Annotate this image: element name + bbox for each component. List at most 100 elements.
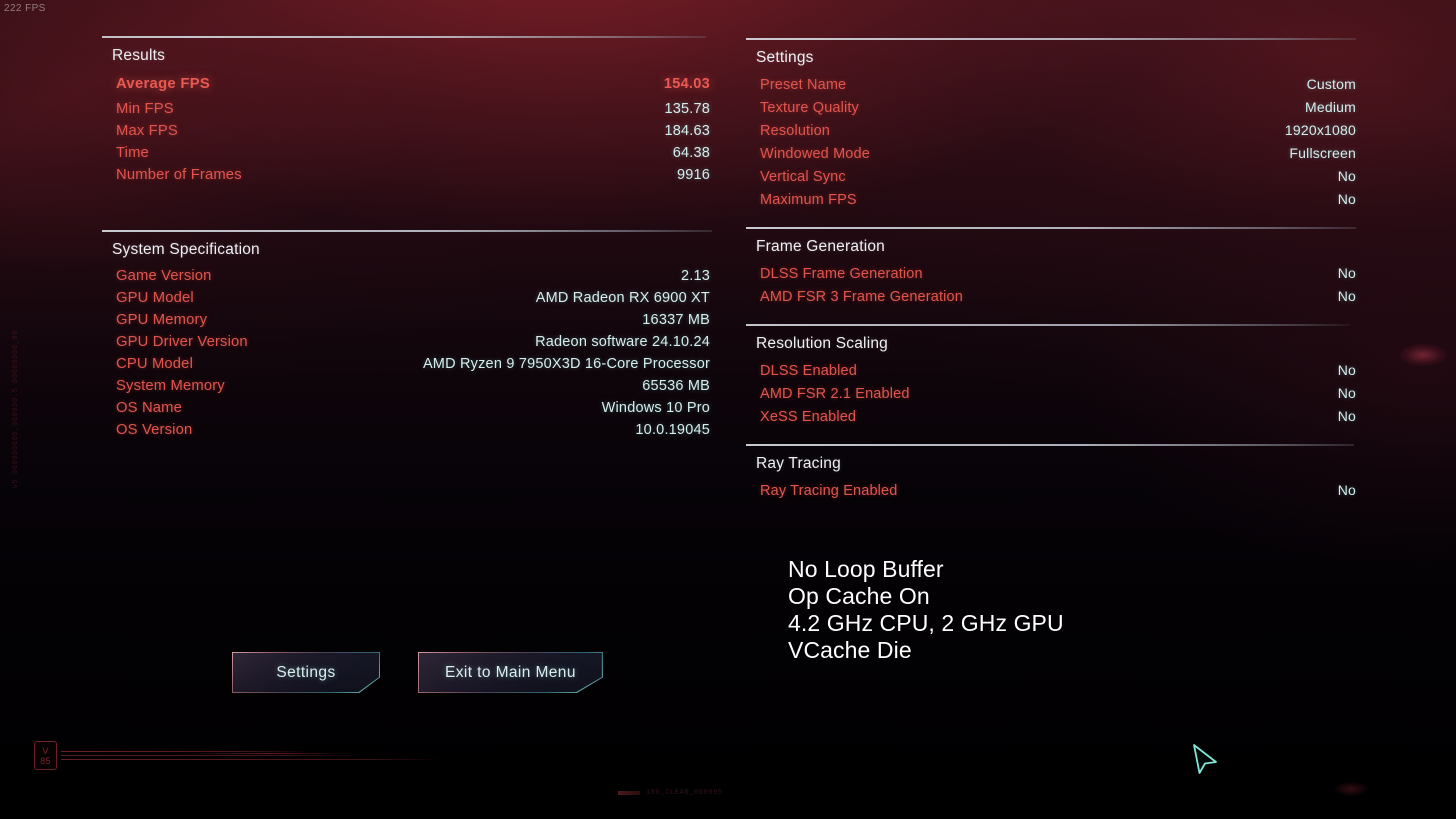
decorative-line xyxy=(61,759,439,760)
row-value: 16337 MB xyxy=(642,312,710,328)
row-label: Max FPS xyxy=(116,123,178,139)
decorative-vertical-code: v5 000000005_000000.5 00000000_00 xyxy=(12,330,20,489)
mouse-cursor xyxy=(1193,744,1217,774)
row-label: DLSS Enabled xyxy=(760,363,857,379)
exit-to-main-menu-button[interactable]: Exit to Main Menu xyxy=(418,652,603,693)
ray-tracing-separator xyxy=(746,444,1354,446)
version-badge: V 85 xyxy=(34,741,57,770)
decorative-code-text: 180_CLEAR_000095 xyxy=(646,789,723,797)
decorative-glow-bottom-right xyxy=(1334,782,1368,796)
row-label: System Memory xyxy=(116,378,225,394)
note-line: No Loop Buffer xyxy=(788,556,944,582)
table-row-cpu-model: CPU Model AMD Ryzen 9 7950X3D 16-Core Pr… xyxy=(102,353,710,375)
note-line: Op Cache On xyxy=(788,583,930,609)
row-label: Windowed Mode xyxy=(760,146,870,162)
table-row-texture-quality: Texture Quality Medium xyxy=(746,96,1356,119)
system-specification-section: System Specification Game Version 2.13 G… xyxy=(102,230,712,451)
exit-to-main-menu-button-label: Exit to Main Menu xyxy=(419,653,602,692)
results-section: Results Average FPS 154.03 Min FPS 135.7… xyxy=(102,36,710,230)
row-label: Maximum FPS xyxy=(760,192,857,208)
row-value: 65536 MB xyxy=(642,378,710,394)
row-value: No xyxy=(1337,265,1356,281)
row-value: 135.78 xyxy=(664,101,710,117)
table-row-number-of-frames: Number of Frames 9916 xyxy=(102,164,710,186)
table-row-min-fps: Min FPS 135.78 xyxy=(102,98,710,120)
table-row-amd-fsr21-enabled: AMD FSR 2.1 Enabled No xyxy=(746,382,1356,405)
row-value: 2.13 xyxy=(680,268,710,284)
row-label: GPU Memory xyxy=(116,312,208,328)
row-label: OS Version xyxy=(116,422,193,438)
resolution-scaling-rows: DLSS Enabled No AMD FSR 2.1 Enabled No X… xyxy=(746,359,1356,434)
table-row-vertical-sync: Vertical Sync No xyxy=(746,165,1356,188)
row-label: GPU Model xyxy=(116,290,194,306)
row-value: No xyxy=(1337,168,1356,184)
row-value: No xyxy=(1337,362,1356,378)
row-value: 10.0.19045 xyxy=(635,422,710,438)
frame-generation-section: Frame Generation DLSS Frame Generation N… xyxy=(746,227,1356,314)
ray-tracing-title: Ray Tracing xyxy=(756,455,841,472)
benchmark-results-screen: 222 FPS Results Average FPS 154.03 Min F… xyxy=(0,0,1456,819)
row-value: Windows 10 Pro xyxy=(601,400,710,416)
settings-separator xyxy=(746,38,1356,40)
row-value: No xyxy=(1337,385,1356,401)
version-badge-line-2: 85 xyxy=(40,755,51,766)
resolution-scaling-separator xyxy=(746,324,1350,326)
table-row-gpu-memory: GPU Memory 16337 MB xyxy=(102,309,710,331)
version-badge-line-1: V xyxy=(42,745,49,756)
table-row-os-name: OS Name Windows 10 Pro xyxy=(102,397,710,419)
row-label: XeSS Enabled xyxy=(760,409,857,425)
row-value: No xyxy=(1337,191,1356,207)
results-rows: Average FPS 154.03 Min FPS 135.78 Max FP… xyxy=(102,71,710,196)
row-value: 64.38 xyxy=(672,145,710,161)
system-specification-rows: Game Version 2.13 GPU Model AMD Radeon R… xyxy=(102,265,710,451)
settings-rows: Preset Name Custom Texture Quality Mediu… xyxy=(746,73,1356,217)
row-label: Texture Quality xyxy=(760,100,859,116)
settings-button[interactable]: Settings xyxy=(232,652,380,693)
table-row-average-fps: Average FPS 154.03 xyxy=(102,71,710,98)
system-specification-title: System Specification xyxy=(112,241,260,258)
settings-button-label: Settings xyxy=(233,653,379,692)
row-value: No xyxy=(1337,482,1356,498)
row-label: Game Version xyxy=(116,268,212,284)
table-row-gpu-driver-version: GPU Driver Version Radeon software 24.10… xyxy=(102,331,710,353)
row-label: Time xyxy=(116,145,149,161)
row-label: Resolution xyxy=(760,123,831,139)
row-label: Min FPS xyxy=(116,101,174,117)
decorative-hud-lines xyxy=(61,741,441,770)
resolution-scaling-title: Resolution Scaling xyxy=(756,335,888,352)
frame-generation-rows: DLSS Frame Generation No AMD FSR 3 Frame… xyxy=(746,262,1356,314)
decorative-glow-right xyxy=(1400,344,1446,366)
ray-tracing-section: Ray Tracing Ray Tracing Enabled No xyxy=(746,444,1356,508)
decorative-line xyxy=(181,753,351,754)
row-value: 9916 xyxy=(676,167,710,183)
note-line: 4.2 GHz CPU, 2 GHz GPU xyxy=(788,610,1064,636)
right-panel: Settings Preset Name Custom Texture Qual… xyxy=(746,38,1356,508)
ray-tracing-rows: Ray Tracing Enabled No xyxy=(746,479,1356,508)
settings-section: Settings Preset Name Custom Texture Qual… xyxy=(746,38,1356,217)
table-row-windowed-mode: Windowed Mode Fullscreen xyxy=(746,142,1356,165)
frame-generation-title: Frame Generation xyxy=(756,238,885,255)
row-label: DLSS Frame Generation xyxy=(760,266,923,282)
row-label: Average FPS xyxy=(116,76,211,92)
settings-title: Settings xyxy=(756,49,814,66)
row-value: 154.03 xyxy=(663,76,710,92)
row-value: No xyxy=(1337,408,1356,424)
note-overlay: No Loop Buffer Op Cache On 4.2 GHz CPU, … xyxy=(788,556,1064,664)
decorative-line xyxy=(61,755,361,756)
row-label: CPU Model xyxy=(116,356,194,372)
table-row-ray-tracing-enabled: Ray Tracing Enabled No xyxy=(746,479,1356,502)
table-row-maximum-fps: Maximum FPS No xyxy=(746,188,1356,211)
row-label: Vertical Sync xyxy=(760,169,846,185)
results-title: Results xyxy=(112,47,166,64)
row-label: OS Name xyxy=(116,400,183,416)
decorative-line xyxy=(61,751,309,752)
table-row-os-version: OS Version 10.0.19045 xyxy=(102,419,710,441)
row-value: AMD Ryzen 9 7950X3D 16-Core Processor xyxy=(422,356,710,372)
decorative-bottom-code: 180_CLEAR_000095 xyxy=(618,789,723,797)
resolution-scaling-section: Resolution Scaling DLSS Enabled No AMD F… xyxy=(746,324,1356,434)
row-value: 1920x1080 xyxy=(1284,122,1356,138)
frame-generation-separator xyxy=(746,227,1356,229)
row-value: Radeon software 24.10.24 xyxy=(535,334,710,350)
row-value: Fullscreen xyxy=(1289,145,1356,161)
row-value: 184.63 xyxy=(664,123,710,139)
